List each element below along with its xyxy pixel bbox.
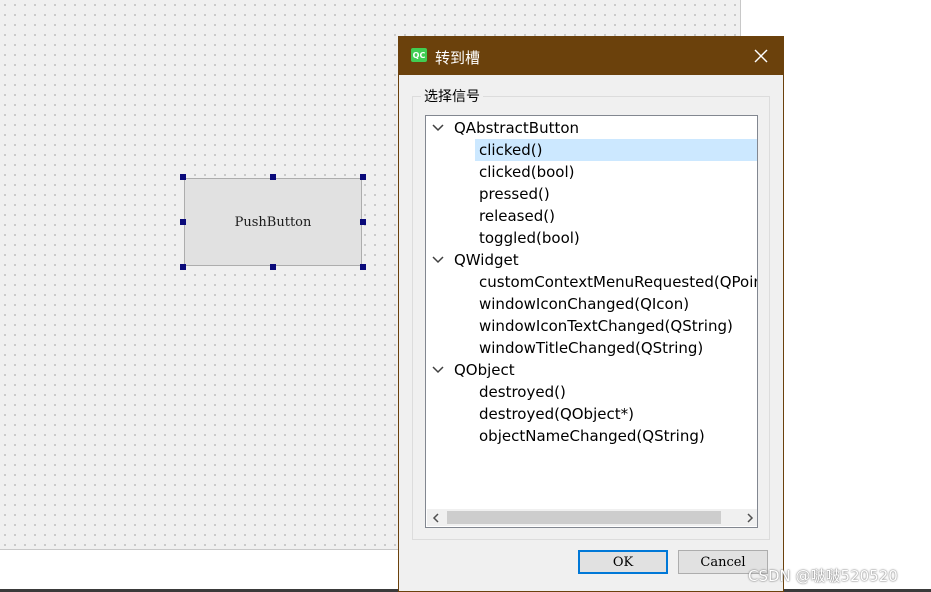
tree-item-label: clicked() [479,141,543,159]
resize-handle-left[interactable] [180,219,186,225]
chevron-down-icon[interactable] [432,365,444,375]
resize-handle-top-left[interactable] [180,174,186,180]
tree-item-label: customContextMenuRequested(QPoint) [479,273,758,291]
tree-item[interactable]: objectNameChanged(QString) [426,425,757,447]
qt-creator-icon: QC [411,48,427,62]
chevron-right-icon [746,512,753,523]
dialog-title: 转到槽 [435,49,481,67]
chevron-down-icon[interactable] [432,123,444,133]
scroll-left-arrow[interactable] [427,509,444,526]
tree-item[interactable]: destroyed() [426,381,757,403]
ok-button[interactable]: OK [578,550,668,574]
signal-tree[interactable]: QAbstractButton clicked() clicked(bool) pre… [425,115,758,528]
resize-handle-bottom-left[interactable] [180,264,186,270]
tree-item[interactable]: clicked() [426,139,757,161]
close-button[interactable] [747,42,775,70]
tree-item-label: pressed() [479,185,550,203]
chevron-down-icon[interactable] [432,255,444,265]
tree-item[interactable]: windowTitleChanged(QString) [426,337,757,359]
tree-item-label: destroyed() [479,383,566,401]
resize-handle-top-right[interactable] [360,174,366,180]
tree-item-label: objectNameChanged(QString) [479,427,705,445]
dialog-titlebar[interactable]: QC 转到槽 [399,37,783,75]
tree-item[interactable]: windowIconTextChanged(QString) [426,315,757,337]
tree-item[interactable]: windowIconChanged(QIcon) [426,293,757,315]
push-button-label: PushButton [234,214,312,230]
watermark: CSDN @啵啵520520 [748,567,898,585]
tree-item-label: released() [479,207,555,225]
push-button-widget[interactable]: PushButton [184,178,362,266]
tree-item-label: destroyed(QObject*) [479,405,634,423]
resize-handle-right[interactable] [360,219,366,225]
tree-item-label: windowTitleChanged(QString) [479,339,704,357]
resize-handle-bottom[interactable] [270,264,276,270]
tree-group[interactable]: QObject [426,359,757,381]
tree-item[interactable]: destroyed(QObject*) [426,403,757,425]
tree-item-label: windowIconChanged(QIcon) [479,295,690,313]
tree-item[interactable]: released() [426,205,757,227]
chevron-left-icon [432,512,439,523]
scrollbar-thumb[interactable] [447,511,721,524]
tree-item[interactable]: pressed() [426,183,757,205]
tree-group-label: QWidget [454,251,519,269]
tree-item-label: clicked(bool) [479,163,575,181]
tree-group-label: QObject [454,361,515,379]
go-to-slot-dialog: QC 转到槽 选择信号 QAbstractButton clicked() clic… [398,36,784,592]
tree-group[interactable]: QAbstractButton [426,117,757,139]
tree-item[interactable]: customContextMenuRequested(QPoint) [426,271,757,293]
tree-item-label: toggled(bool) [479,229,580,247]
tree-item[interactable]: clicked(bool) [426,161,757,183]
tree-group[interactable]: QWidget [426,249,757,271]
resize-handle-top[interactable] [270,174,276,180]
resize-handle-bottom-right[interactable] [360,264,366,270]
tree-group-label: QAbstractButton [454,119,580,137]
scroll-right-arrow[interactable] [741,509,757,526]
horizontal-scrollbar[interactable] [427,509,757,526]
tree-item[interactable]: toggled(bool) [426,227,757,249]
tree-item-label: windowIconTextChanged(QString) [479,317,733,335]
groupbox-title: 选择信号 [421,86,483,106]
close-icon [754,49,768,63]
